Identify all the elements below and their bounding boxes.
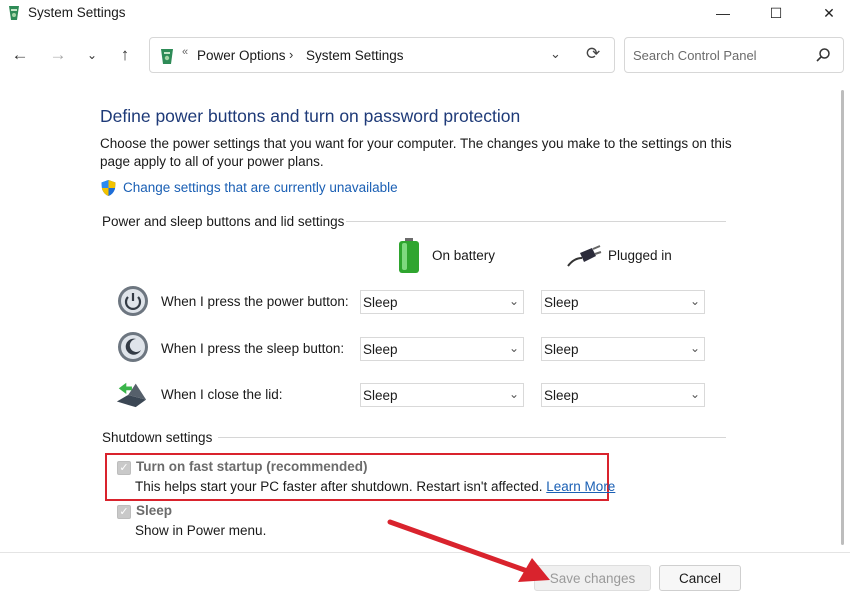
battery-icon <box>399 238 419 273</box>
scrollbar-thumb[interactable] <box>841 90 844 545</box>
close-lid-battery-select[interactable]: Sleep ⌄ <box>360 383 524 407</box>
sleep-menu-checkbox[interactable]: ✓ <box>117 505 131 519</box>
learn-more-link[interactable]: Learn More <box>546 479 615 494</box>
fast-startup-description: This helps start your PC faster after sh… <box>135 479 615 494</box>
sleep-menu-description: Show in Power menu. <box>135 523 267 538</box>
fast-startup-checkbox[interactable]: ✓ <box>117 461 131 475</box>
title-bar: System Settings — ☐ ✕ <box>0 0 850 26</box>
breadcrumb-power-options[interactable]: Power Options <box>197 48 286 63</box>
control-panel-icon <box>9 6 19 20</box>
maximize-button[interactable]: ☐ <box>753 0 799 26</box>
checkmark-icon: ✓ <box>119 506 129 518</box>
search-box[interactable]: Search Control Panel <box>624 37 844 73</box>
vertical-scrollbar[interactable] <box>838 82 846 552</box>
breadcrumb-chevron-icon[interactable]: › <box>289 47 293 62</box>
chevron-down-icon: ⌄ <box>689 294 700 308</box>
select-value: Sleep <box>363 388 398 403</box>
power-group-divider <box>346 221 726 222</box>
change-unavailable-settings-link[interactable]: Change settings that are currently unava… <box>123 180 398 195</box>
search-icon[interactable] <box>815 47 831 63</box>
minimize-button[interactable]: — <box>700 0 746 26</box>
sleep-button-battery-select[interactable]: Sleep ⌄ <box>360 337 524 361</box>
close-button[interactable]: ✕ <box>806 0 850 26</box>
control-panel-icon <box>161 49 173 64</box>
sleep-button-icon <box>118 332 148 362</box>
search-input[interactable]: Search Control Panel <box>633 48 757 63</box>
on-battery-header: On battery <box>432 248 496 263</box>
address-bar[interactable]: « Power Options › System Settings ⌄ ⟳ <box>149 37 615 73</box>
uac-shield-icon <box>101 180 116 196</box>
chevron-down-icon: ⌄ <box>689 387 700 401</box>
select-value: Sleep <box>363 295 398 310</box>
sleep-menu-label: Sleep <box>136 503 173 518</box>
power-button-icon <box>118 286 148 316</box>
minimize-icon: — <box>716 5 730 21</box>
laptop-lid-icon <box>116 382 147 408</box>
chevron-down-icon: ⌄ <box>86 48 98 62</box>
power-button-label: When I press the power button: <box>161 294 349 309</box>
shutdown-group-title: Shutdown settings <box>102 430 213 445</box>
checkmark-icon: ✓ <box>119 462 129 474</box>
back-button[interactable]: ← <box>8 43 32 67</box>
forward-arrow-icon: → <box>49 45 67 64</box>
close-lid-label: When I close the lid: <box>161 387 283 402</box>
chevron-down-icon: ⌄ <box>508 387 519 401</box>
select-value: Sleep <box>544 388 579 403</box>
intro-text: Choose the power settings that you want … <box>100 136 732 169</box>
refresh-icon[interactable]: ⟳ <box>586 44 600 64</box>
shutdown-group-divider <box>218 437 726 438</box>
annotation-arrow-icon <box>387 519 550 582</box>
back-arrow-icon: ← <box>11 45 29 64</box>
select-value: Sleep <box>544 295 579 310</box>
chevron-down-icon: ⌄ <box>689 341 700 355</box>
chevron-down-icon: ⌄ <box>508 294 519 308</box>
sleep-button-plugged-select[interactable]: Sleep ⌄ <box>541 337 705 361</box>
power-group-title: Power and sleep buttons and lid settings <box>102 214 345 229</box>
fast-startup-label: Turn on fast startup (recommended) <box>136 459 368 474</box>
address-dropdown-icon[interactable]: ⌄ <box>550 46 561 62</box>
breadcrumb-overflow-icon[interactable]: « <box>182 46 188 58</box>
page-title: Define power buttons and turn on passwor… <box>100 106 521 126</box>
close-icon: ✕ <box>823 4 835 21</box>
navigation-bar: ← → ⌄ ↑ « Power Options › System Setting… <box>0 30 850 80</box>
cancel-button[interactable]: Cancel <box>659 565 741 591</box>
plug-icon <box>567 245 602 267</box>
breadcrumb-system-settings[interactable]: System Settings <box>306 48 404 63</box>
plugged-in-header: Plugged in <box>608 248 672 263</box>
maximize-icon: ☐ <box>769 4 783 21</box>
power-button-plugged-select[interactable]: Sleep ⌄ <box>541 290 705 314</box>
forward-button[interactable]: → <box>46 43 70 67</box>
fast-startup-desc-text: This helps start your PC faster after sh… <box>135 479 543 494</box>
close-lid-plugged-select[interactable]: Sleep ⌄ <box>541 383 705 407</box>
up-arrow-icon: ↑ <box>120 45 130 64</box>
chevron-down-icon: ⌄ <box>508 341 519 355</box>
sleep-button-label: When I press the sleep button: <box>161 341 345 356</box>
up-button[interactable]: ↑ <box>113 43 137 67</box>
select-value: Sleep <box>363 342 398 357</box>
window-title: System Settings <box>28 5 126 20</box>
select-value: Sleep <box>544 342 579 357</box>
recent-locations-button[interactable]: ⌄ <box>80 43 104 67</box>
power-button-battery-select[interactable]: Sleep ⌄ <box>360 290 524 314</box>
